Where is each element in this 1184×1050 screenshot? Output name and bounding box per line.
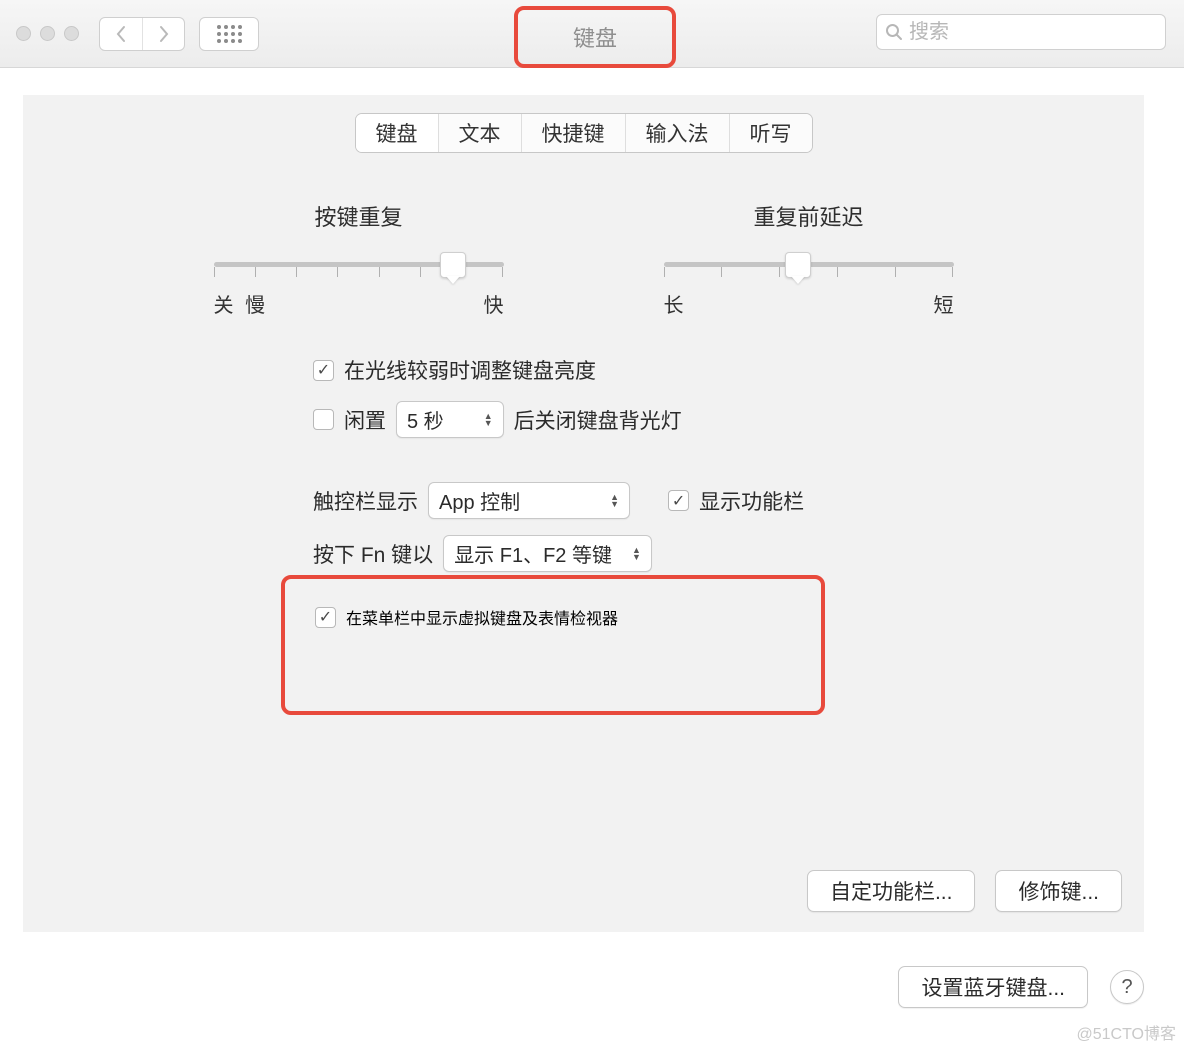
stepper-icon: ▲▼ (610, 494, 619, 508)
modifier-keys-button[interactable]: 修饰键... (995, 870, 1122, 912)
customize-touchbar-button[interactable]: 自定功能栏... (807, 870, 976, 912)
sliders-row: 按键重复 关 慢 快 重复前延迟 长 短 (23, 200, 1144, 318)
idle-duration-select[interactable]: 5 秒 ▲▼ (396, 401, 504, 438)
nav-group (99, 17, 185, 51)
tab-bar: 键盘 文本 快捷键 输入法 听写 (355, 113, 813, 153)
stepper-icon: ▲▼ (484, 413, 493, 427)
stepper-icon: ▲▼ (632, 547, 641, 561)
traffic-lights (16, 26, 79, 41)
panel-buttons: 自定功能栏... 修饰键... (807, 870, 1122, 912)
key-repeat-off-label: 关 (214, 295, 234, 317)
footer: 设置蓝牙键盘... ? (898, 966, 1144, 1008)
adjust-brightness-label: 在光线较弱时调整键盘亮度 (344, 355, 596, 385)
zoom-button[interactable] (64, 26, 79, 41)
key-repeat-slider-block: 按键重复 关 慢 快 (214, 200, 504, 318)
close-button[interactable] (16, 26, 31, 41)
fnkey-select-value: 显示 F1、F2 等键 (454, 539, 612, 568)
bluetooth-keyboard-button[interactable]: 设置蓝牙键盘... (898, 966, 1088, 1008)
delay-thumb[interactable] (785, 252, 811, 278)
watermark: @51CTO博客 (1076, 1020, 1176, 1044)
show-all-button[interactable] (199, 17, 259, 51)
tab-dictation[interactable]: 听写 (729, 114, 812, 152)
key-repeat-title: 按键重复 (214, 200, 504, 232)
key-repeat-fast-label: 快 (484, 289, 504, 318)
key-repeat-slow-label: 慢 (245, 295, 265, 317)
forward-button[interactable] (142, 18, 184, 50)
menubar-viewer-label: 在菜单栏中显示虚拟键盘及表情检视器 (346, 605, 618, 629)
touchbar-select[interactable]: App 控制 ▲▼ (428, 482, 630, 519)
delay-slider[interactable] (664, 262, 954, 267)
delay-slider-block: 重复前延迟 长 短 (664, 200, 954, 318)
show-fn-checkbox[interactable]: ✓ (668, 490, 689, 511)
idle-prefix-label: 闲置 (344, 405, 386, 435)
adjust-brightness-checkbox[interactable]: ✓ (313, 360, 334, 381)
touchbar-label: 触控栏显示 (313, 486, 418, 516)
fnkey-label: 按下 Fn 键以 (313, 539, 433, 569)
menubar-viewer-checkbox[interactable]: ✓ (315, 607, 336, 628)
touchbar-select-value: App 控制 (439, 486, 520, 515)
adjust-brightness-row: ✓ 在光线较弱时调整键盘亮度 (313, 355, 1084, 385)
fnkey-row: 按下 Fn 键以 显示 F1、F2 等键 ▲▼ (313, 535, 1084, 572)
options-area: ✓ 在光线较弱时调整键盘亮度 闲置 5 秒 ▲▼ 后关闭键盘背光灯 触控栏显示 … (313, 355, 1084, 588)
tab-text[interactable]: 文本 (438, 114, 521, 152)
chevron-right-icon (158, 25, 170, 43)
delay-short-label: 短 (934, 289, 954, 318)
idle-duration-value: 5 秒 (407, 405, 444, 434)
key-repeat-slider[interactable] (214, 262, 504, 267)
delay-long-label: 长 (664, 289, 684, 318)
chevron-left-icon (115, 25, 127, 43)
tab-keyboard[interactable]: 键盘 (356, 114, 438, 152)
tab-input-sources[interactable]: 输入法 (625, 114, 729, 152)
menubar-viewer-highlight: ✓ 在菜单栏中显示虚拟键盘及表情检视器 (281, 575, 825, 715)
minimize-button[interactable] (40, 26, 55, 41)
fnkey-select[interactable]: 显示 F1、F2 等键 ▲▼ (443, 535, 652, 572)
search-icon (885, 23, 903, 41)
idle-suffix-label: 后关闭键盘背光灯 (514, 405, 682, 435)
help-button[interactable]: ? (1110, 970, 1144, 1004)
search-field[interactable] (876, 14, 1166, 50)
key-repeat-thumb[interactable] (440, 252, 466, 278)
show-fn-label: 显示功能栏 (699, 486, 804, 516)
delay-title: 重复前延迟 (664, 200, 954, 232)
menubar-viewer-row: ✓ 在菜单栏中显示虚拟键盘及表情检视器 (315, 605, 791, 629)
window-title: 键盘 (514, 6, 676, 68)
idle-checkbox[interactable] (313, 409, 334, 430)
preferences-panel: 键盘 文本 快捷键 输入法 听写 按键重复 关 慢 快 重复前延迟 长 (23, 95, 1144, 932)
idle-row: 闲置 5 秒 ▲▼ 后关闭键盘背光灯 (313, 401, 1084, 438)
back-button[interactable] (100, 18, 142, 50)
grid-icon (217, 25, 242, 43)
touchbar-row: 触控栏显示 App 控制 ▲▼ ✓ 显示功能栏 (313, 482, 1084, 519)
tab-shortcuts[interactable]: 快捷键 (521, 114, 625, 152)
toolbar: 键盘 (0, 0, 1184, 68)
search-input[interactable] (909, 21, 1157, 44)
